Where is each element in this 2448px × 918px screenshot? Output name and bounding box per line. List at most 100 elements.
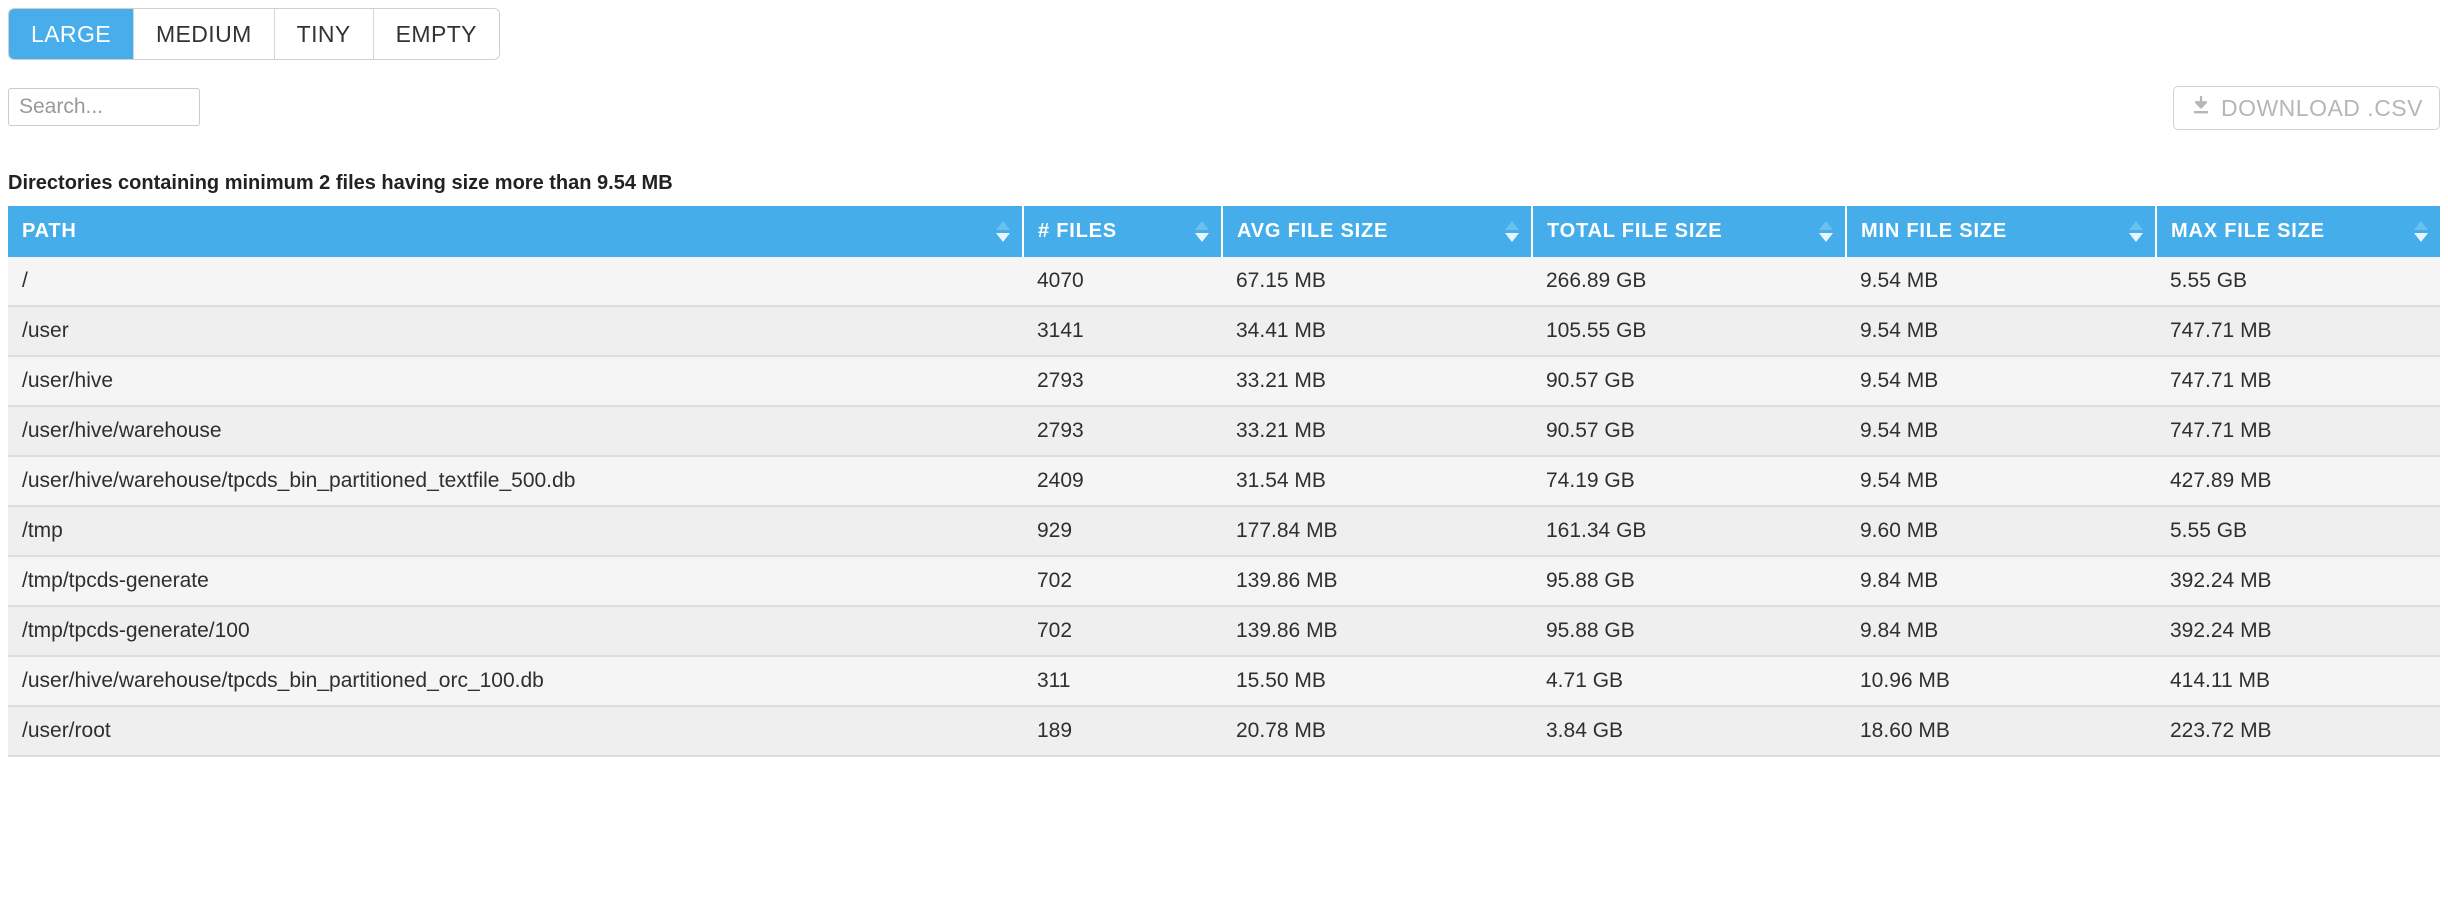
column-header-avg-file-size[interactable]: AVG FILE SIZE [1222,206,1533,257]
table-row[interactable]: /tmp 929 177.84 MB 161.34 GB 9.60 MB 5.55 GB [8,506,2440,557]
sort-desc-icon [1505,233,1519,242]
column-header-min-file-size-label: MIN FILE SIZE [1861,220,2007,242]
cell-files: 2793 [1023,406,1222,457]
sort-asc-icon [1195,221,1209,230]
column-header-files-label: # FILES [1038,220,1117,242]
cell-min-file-size: 9.84 MB [1846,556,2156,607]
cell-path: /user [8,306,1023,357]
cell-min-file-size: 9.60 MB [1846,506,2156,557]
download-icon [2190,94,2212,122]
cell-max-file-size: 747.71 MB [2156,306,2440,357]
cell-avg-file-size: 20.78 MB [1222,706,1532,757]
sort-toggle-total-file-size[interactable] [1819,218,1833,246]
caption-min-files: 2 [319,172,331,194]
cell-files: 189 [1023,706,1222,757]
column-header-avg-file-size-label: AVG FILE SIZE [1237,220,1389,242]
cell-path: /tmp [8,506,1023,557]
cell-files: 702 [1023,556,1222,607]
sort-asc-icon [2129,221,2143,230]
table-row[interactable]: /user/hive/warehouse/tpcds_bin_partition… [8,456,2440,507]
tab-medium[interactable]: MEDIUM [133,9,275,59]
tab-empty[interactable]: EMPTY [373,9,499,59]
table-row[interactable]: /user/hive 2793 33.21 MB 90.57 GB 9.54 MB 747… [8,356,2440,407]
cell-avg-file-size: 34.41 MB [1222,306,1532,357]
table-row[interactable]: /user 3141 34.41 MB 105.55 GB 9.54 MB 747.71 … [8,306,2440,357]
tab-medium-label: MEDIUM [155,20,252,47]
cell-files: 2793 [1023,356,1222,407]
cell-path: /user/root [8,706,1023,757]
sort-toggle-min-file-size[interactable] [2129,218,2143,246]
caption-min-size: 9.54 MB [597,172,673,194]
cell-max-file-size: 427.89 MB [2156,456,2440,507]
sort-asc-icon [1819,221,1833,230]
table-row[interactable]: /user/hive/warehouse/tpcds_bin_partition… [8,656,2440,707]
sort-desc-icon [1195,233,1209,242]
column-header-files[interactable]: # FILES [1023,206,1223,257]
table-row[interactable]: /user/root 189 20.78 MB 3.84 GB 18.60 MB 223.… [8,706,2440,757]
tab-large[interactable]: LARGE [9,9,134,59]
cell-files: 311 [1023,656,1222,707]
sort-desc-icon [2414,233,2428,242]
sort-desc-icon [996,233,1010,242]
cell-min-file-size: 9.84 MB [1846,606,2156,657]
cell-total-file-size: 95.88 GB [1532,606,1846,657]
sort-toggle-files[interactable] [1195,218,1209,246]
cell-files: 2409 [1023,456,1222,507]
cell-min-file-size: 10.96 MB [1846,656,2156,707]
table-row[interactable]: /user/hive/warehouse 2793 33.21 MB 90.57 GB… [8,406,2440,457]
cell-min-file-size: 9.54 MB [1846,406,2156,457]
column-header-total-file-size[interactable]: TOTAL FILE SIZE [1532,206,1847,257]
column-header-total-file-size-label: TOTAL FILE SIZE [1547,220,1723,242]
caption-prefix: Directories containing minimum [8,172,320,194]
cell-total-file-size: 266.89 GB [1532,257,1846,307]
cell-total-file-size: 3.84 GB [1532,706,1846,757]
column-header-path[interactable]: PATH [8,206,1024,257]
cell-avg-file-size: 15.50 MB [1222,656,1532,707]
page-root: LARGE MEDIUM TINY EMPTY DOWNLOAD .CSV Di… [0,0,2448,918]
cell-max-file-size: 747.71 MB [2156,356,2440,407]
cell-total-file-size: 90.57 GB [1532,406,1846,457]
table-caption: Directories containing minimum 2 files h… [8,172,673,195]
table-row[interactable]: /tmp/tpcds-generate/100 702 139.86 MB 95.88… [8,606,2440,657]
size-category-tabs: LARGE MEDIUM TINY EMPTY [8,8,500,60]
table-row[interactable]: /tmp/tpcds-generate 702 139.86 MB 95.88 GB 9… [8,556,2440,607]
tab-tiny-label: TINY [296,20,351,47]
cell-max-file-size: 414.11 MB [2156,656,2440,707]
directories-table-container: PATH # FILES AVG FILE SIZE TOTAL FILE SI… [8,206,2440,757]
cell-avg-file-size: 177.84 MB [1222,506,1532,557]
cell-path: /user/hive/warehouse [8,406,1023,457]
tab-empty-label: EMPTY [395,20,477,47]
cell-min-file-size: 18.60 MB [1846,706,2156,757]
cell-path: /tmp/tpcds-generate/100 [8,606,1023,657]
cell-files: 3141 [1023,306,1222,357]
column-header-max-file-size[interactable]: MAX FILE SIZE [2156,206,2440,257]
cell-files: 702 [1023,606,1222,657]
cell-min-file-size: 9.54 MB [1846,257,2156,307]
cell-avg-file-size: 139.86 MB [1222,556,1532,607]
cell-avg-file-size: 33.21 MB [1222,356,1532,407]
cell-files: 929 [1023,506,1222,557]
cell-max-file-size: 747.71 MB [2156,406,2440,457]
cell-total-file-size: 4.71 GB [1532,656,1846,707]
sort-toggle-max-file-size[interactable] [2414,218,2428,246]
column-header-max-file-size-label: MAX FILE SIZE [2171,220,2325,242]
table-body: /4070 67.15 MB 266.89 GB 9.54 MB 5.55 GB/use… [8,257,2440,757]
table-row[interactable]: /4070 67.15 MB 266.89 GB 9.54 MB 5.55 GB [8,257,2440,307]
sort-asc-icon [1505,221,1519,230]
sort-desc-icon [1819,233,1833,242]
download-csv-button[interactable]: DOWNLOAD .CSV [2172,86,2440,130]
cell-min-file-size: 9.54 MB [1846,356,2156,407]
tab-large-label: LARGE [31,20,111,47]
cell-path: /user/hive/warehouse/tpcds_bin_partition… [8,656,1023,707]
search-input[interactable] [8,88,200,126]
cell-total-file-size: 95.88 GB [1532,556,1846,607]
column-header-min-file-size[interactable]: MIN FILE SIZE [1846,206,2157,257]
tab-tiny[interactable]: TINY [274,9,374,59]
column-header-path-label: PATH [22,220,77,242]
cell-total-file-size: 105.55 GB [1532,306,1846,357]
sort-toggle-avg-file-size[interactable] [1505,218,1519,246]
cell-files: 4070 [1023,257,1222,307]
sort-toggle-path[interactable] [996,218,1010,246]
cell-path: / [8,257,1023,307]
cell-path: /tmp/tpcds-generate [8,556,1023,607]
